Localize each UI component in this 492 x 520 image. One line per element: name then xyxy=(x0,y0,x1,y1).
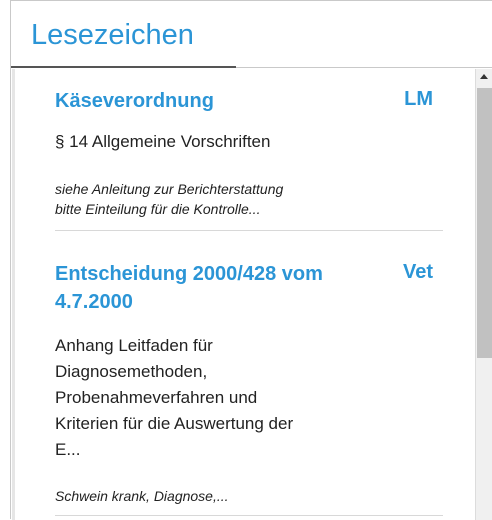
bookmark-title[interactable]: Käseverordnung xyxy=(55,87,375,115)
description-line: E... xyxy=(55,440,81,459)
bookmarks-panel: Lesezeichen Käseverordnung LM § 14 Allge… xyxy=(10,0,492,520)
description-line: § 14 Allgemeine Vorschriften xyxy=(55,132,271,151)
bookmark-item[interactable]: Käseverordnung LM § 14 Allgemeine Vorsch… xyxy=(55,87,445,237)
header-underline xyxy=(11,66,236,68)
bookmark-divider xyxy=(55,515,443,516)
bookmark-note: Schwein krank, Diagnose,... xyxy=(55,486,375,506)
bookmark-list[interactable]: Käseverordnung LM § 14 Allgemeine Vorsch… xyxy=(12,69,474,520)
description-line: Probenahmeverfahren und xyxy=(55,388,258,407)
bookmark-description: § 14 Allgemeine Vorschriften xyxy=(55,129,355,155)
vertical-scrollbar[interactable] xyxy=(475,69,492,520)
bookmark-category-tag: LM xyxy=(404,88,433,110)
bookmark-category-tag: Vet xyxy=(402,261,433,283)
description-line: Anhang Leitfaden für xyxy=(55,336,213,355)
bookmark-title[interactable]: Entscheidung 2000/428 vom 4.7.2000 xyxy=(55,260,375,316)
note-line: siehe Anleitung zur Berichterstattung xyxy=(55,181,284,197)
list-left-border xyxy=(12,69,15,520)
bookmark-description: Anhang Leitfaden für Diagnosemethoden, P… xyxy=(55,333,355,463)
triangle-up-icon xyxy=(480,74,488,79)
bookmark-title-line: 4.7.2000 xyxy=(55,291,133,313)
header-divider xyxy=(236,67,492,68)
note-line: Schwein krank, Diagnose,... xyxy=(55,488,229,504)
panel-header: Lesezeichen xyxy=(11,1,492,69)
scroll-up-button[interactable] xyxy=(476,69,492,86)
bookmark-note: siehe Anleitung zur Berichterstattung bi… xyxy=(55,179,375,219)
scroll-thumb[interactable] xyxy=(477,88,492,358)
bookmark-title-line: Entscheidung 2000/428 vom xyxy=(55,263,323,285)
bookmark-divider xyxy=(55,230,443,231)
panel-title: Lesezeichen xyxy=(31,19,194,51)
bookmark-item[interactable]: Entscheidung 2000/428 vom 4.7.2000 Vet A… xyxy=(55,260,445,520)
description-line: Kriterien für die Auswertung der xyxy=(55,414,294,433)
note-line: bitte Einteilung für die Kontrolle... xyxy=(55,201,261,217)
description-line: Diagnosemethoden, xyxy=(55,362,208,381)
